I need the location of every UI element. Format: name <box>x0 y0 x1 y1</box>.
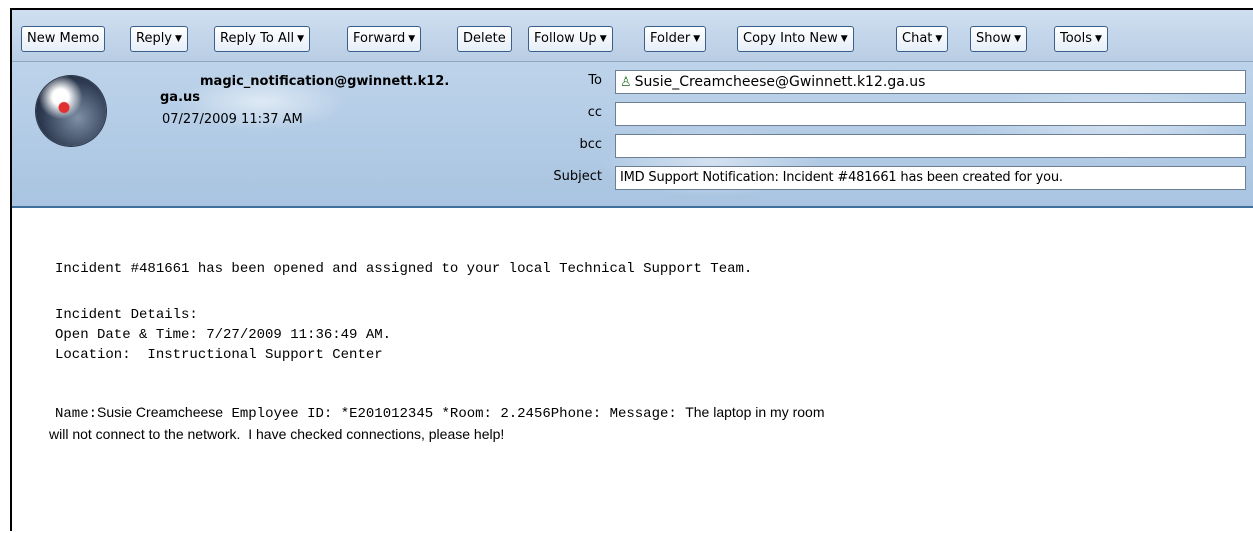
request-details: Name:Susie Creamcheese Employee ID: *E20… <box>49 402 1154 444</box>
memo-window: New Memo Reply ▼ Reply To All ▼ Forward ▼ D… <box>10 8 1253 533</box>
copy-into-new-button[interactable]: Copy Into New ▼ <box>737 26 854 52</box>
button-label: Forward <box>353 31 406 46</box>
button-label: Show <box>976 31 1012 46</box>
button-label: Chat <box>902 31 933 46</box>
bcc-field[interactable] <box>615 134 1246 158</box>
body-intro-line: Incident #481661 has been opened and ass… <box>55 261 753 277</box>
sender-address-line2: ga.us <box>160 90 201 105</box>
button-label: Tools <box>1060 31 1093 46</box>
employee-id-label: Employee ID: <box>223 406 341 422</box>
button-label: Folder <box>650 31 691 46</box>
name-value: Susie Creamcheese <box>97 404 224 420</box>
button-label: Reply <box>136 31 173 46</box>
chevron-down-icon: ▼ <box>840 34 848 44</box>
cc-label: cc <box>587 105 602 120</box>
bcc-label: bcc <box>579 137 602 152</box>
message-header: magic_notification@gwinnett.k12. ga.us 0… <box>12 62 1253 208</box>
chevron-down-icon: ▼ <box>599 34 607 44</box>
person-icon: ♙ <box>620 75 632 90</box>
follow-up-button[interactable]: Follow Up ▼ <box>528 26 613 52</box>
to-label: To <box>588 73 602 88</box>
chevron-down-icon: ▼ <box>175 34 182 44</box>
show-button[interactable]: Show ▼ <box>970 26 1027 52</box>
chevron-down-icon: ▼ <box>693 34 701 44</box>
subject-field[interactable]: IMD Support Notification: Incident #4816… <box>615 166 1246 190</box>
button-label: Copy Into New <box>743 31 838 46</box>
action-toolbar: New Memo Reply ▼ Reply To All ▼ Forward ▼ D… <box>12 10 1253 62</box>
room-label: *Room: <box>433 406 501 422</box>
message-text-line2: will not connect to the network. I have … <box>49 426 505 442</box>
open-date-line: Open Date & Time: 7/27/2009 11:36:49 AM. <box>55 327 392 343</box>
cc-field[interactable] <box>615 102 1246 126</box>
room-value: 2.2456 <box>500 406 551 422</box>
sender-avatar <box>36 76 106 146</box>
new-memo-button[interactable]: New Memo <box>21 26 106 52</box>
subject-label: Subject <box>553 169 602 184</box>
incident-details-heading: Incident Details: <box>55 307 198 323</box>
reply-button[interactable]: Reply ▼ <box>130 26 188 52</box>
chevron-down-icon: ▼ <box>1014 34 1021 44</box>
to-field[interactable]: ♙ Susie_Creamcheese@Gwinnett.k12.ga.us <box>615 70 1246 94</box>
message-body[interactable]: Incident #481661 has been opened and ass… <box>12 208 1253 533</box>
button-label: Follow Up <box>534 31 597 46</box>
button-label: Delete <box>463 31 506 46</box>
request-line1: Name:Susie Creamcheese Employee ID: *E20… <box>54 402 1154 424</box>
chevron-down-icon: ▼ <box>408 34 416 44</box>
delete-button[interactable]: Delete <box>457 26 512 52</box>
message-text-line1: The laptop in my room <box>685 404 825 420</box>
location-line: Location: Instructional Support Center <box>55 347 383 363</box>
chevron-down-icon: ▼ <box>1095 34 1102 44</box>
name-label: Name: <box>55 406 98 422</box>
phone-label: Phone: <box>550 406 610 422</box>
to-recipient[interactable]: Susie_Creamcheese@Gwinnett.k12.ga.us <box>635 74 926 90</box>
chevron-down-icon: ▼ <box>297 34 304 44</box>
sent-date: 07/27/2009 11:37 AM <box>162 112 303 127</box>
chat-button[interactable]: Chat ▼ <box>896 26 949 52</box>
reply-to-all-button[interactable]: Reply To All ▼ <box>214 26 310 52</box>
button-label: New Memo <box>27 31 100 46</box>
folder-button[interactable]: Folder ▼ <box>644 26 707 52</box>
button-label: Reply To All <box>220 31 295 46</box>
message-label: Message: <box>609 406 686 422</box>
sender-address-line1: magic_notification@gwinnett.k12. <box>200 74 450 89</box>
sender-address[interactable]: magic_notification@gwinnett.k12. ga.us <box>160 74 520 106</box>
tools-button[interactable]: Tools ▼ <box>1054 26 1108 52</box>
forward-button[interactable]: Forward ▼ <box>347 26 422 52</box>
chevron-down-icon: ▼ <box>935 34 943 44</box>
employee-id-value: *E201012345 <box>340 406 434 422</box>
